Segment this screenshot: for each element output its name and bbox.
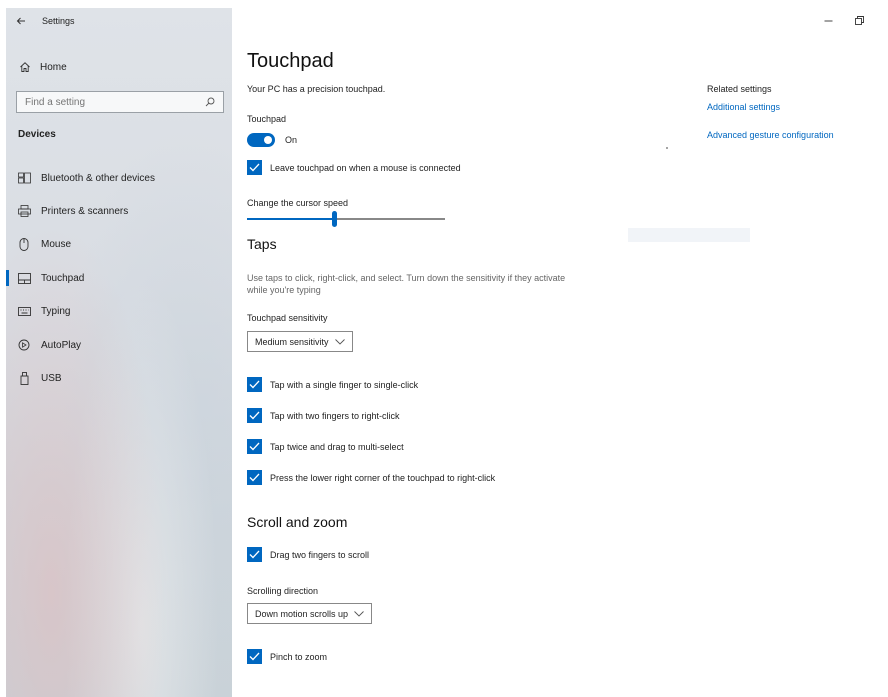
cursor-speed-slider[interactable] [247, 210, 445, 228]
tap-two-fingers-checkbox[interactable]: Tap with two fingers to right-click [247, 408, 400, 423]
restore-icon [854, 15, 864, 25]
mouse-icon [17, 237, 31, 251]
search-input[interactable] [25, 96, 195, 108]
sidebar: Settings Home Devices Bluetooth & other … [6, 8, 232, 697]
sidebar-item-label: Touchpad [41, 272, 85, 284]
home-icon [16, 61, 34, 73]
search-icon[interactable] [205, 97, 215, 107]
page-title: Touchpad [247, 50, 334, 72]
autoplay-icon [17, 338, 31, 352]
checkbox-label: Tap with a single finger to single-click [270, 379, 419, 390]
sensitivity-label: Touchpad sensitivity [247, 313, 328, 323]
scrolling-direction-label: Scrolling direction [247, 586, 319, 596]
sidebar-item-usb[interactable]: USB [6, 364, 232, 392]
related-settings-heading: Related settings [707, 84, 772, 94]
sidebar-home-label: Home [40, 61, 67, 73]
sidebar-item-label: Printers & scanners [41, 205, 129, 217]
bluetooth-keyboard-icon [17, 171, 31, 185]
restore-button[interactable] [851, 14, 867, 26]
minimize-button[interactable] [820, 14, 836, 26]
checkmark-icon[interactable] [247, 408, 262, 423]
keyboard-icon [17, 304, 31, 318]
sidebar-item-label: Bluetooth & other devices [41, 172, 155, 184]
sidebar-item-label: Typing [41, 305, 71, 317]
scrolling-direction-dropdown[interactable]: Down motion scrolls up [247, 603, 373, 624]
touchpad-icon [17, 271, 31, 285]
touchpad-toggle[interactable]: On [247, 133, 297, 147]
decorative-dot [666, 147, 668, 149]
checkmark-icon[interactable] [247, 470, 262, 485]
checkbox-label: Press the lower right corner of the touc… [270, 472, 496, 483]
checkbox-label: Tap with two fingers to right-click [270, 410, 400, 421]
usb-icon [17, 371, 31, 385]
advanced-gesture-link[interactable]: Advanced gesture configuration [707, 130, 834, 140]
sidebar-item-touchpad[interactable]: Touchpad [6, 264, 232, 292]
lower-right-corner-checkbox[interactable]: Press the lower right corner of the touc… [247, 470, 495, 485]
slider-thumb[interactable] [332, 211, 337, 227]
sidebar-item-label: Mouse [41, 238, 72, 250]
back-button[interactable] [6, 8, 36, 34]
search-box[interactable] [16, 91, 224, 113]
toggle-track[interactable] [247, 133, 275, 147]
checkbox-label: Drag two fingers to scroll [270, 549, 370, 560]
slider-fill [247, 218, 334, 220]
scroll-zoom-heading: Scroll and zoom [247, 514, 348, 530]
chevron-down-icon [334, 338, 345, 345]
sidebar-item-label: USB [41, 372, 62, 384]
sensitivity-value: Medium sensitivity [255, 336, 329, 347]
faded-overlay [628, 228, 750, 242]
toggle-knob [264, 136, 272, 144]
checkbox-label: Pinch to zoom [270, 651, 328, 662]
checkmark-icon[interactable] [247, 377, 262, 392]
pinch-zoom-checkbox[interactable]: Pinch to zoom [247, 649, 327, 664]
additional-settings-link[interactable]: Additional settings [707, 102, 780, 112]
sidebar-item-bluetooth[interactable]: Bluetooth & other devices [6, 164, 232, 192]
drag-two-fingers-checkbox[interactable]: Drag two fingers to scroll [247, 547, 369, 562]
minimize-icon [824, 20, 832, 21]
taps-heading: Taps [247, 236, 277, 252]
slider-track [334, 218, 445, 220]
leave-touchpad-on-checkbox[interactable]: Leave touchpad on when a mouse is connec… [247, 160, 461, 175]
tap-twice-drag-checkbox[interactable]: Tap twice and drag to multi-select [247, 439, 404, 454]
checkmark-icon[interactable] [247, 439, 262, 454]
sidebar-item-typing[interactable]: Typing [6, 297, 232, 325]
chevron-down-icon [354, 610, 364, 617]
back-arrow-icon [16, 17, 25, 25]
precision-note: Your PC has a precision touchpad. [247, 84, 386, 94]
checkbox-label: Tap twice and drag to multi-select [270, 441, 404, 452]
scrolling-direction-value: Down motion scrolls up [255, 608, 349, 619]
cursor-speed-label: Change the cursor speed [247, 198, 349, 208]
sidebar-item-mouse[interactable]: Mouse [6, 230, 232, 258]
checkmark-icon[interactable] [247, 547, 262, 562]
main-panel: Touchpad Your PC has a precision touchpa… [247, 0, 687, 697]
printer-icon [17, 204, 31, 218]
touchpad-label: Touchpad [247, 114, 287, 124]
sidebar-item-printers[interactable]: Printers & scanners [6, 197, 232, 225]
taps-description: Use taps to click, right-click, and sele… [247, 273, 566, 295]
sensitivity-dropdown[interactable]: Medium sensitivity [247, 331, 353, 352]
sidebar-item-label: AutoPlay [41, 339, 82, 351]
sidebar-item-home[interactable]: Home [6, 54, 232, 80]
checkmark-icon[interactable] [247, 160, 262, 175]
sidebar-section-title: Devices [18, 129, 56, 140]
toggle-state-text: On [285, 135, 298, 145]
sidebar-titlebar: Settings [6, 8, 232, 34]
window-title: Settings [42, 16, 75, 26]
checkbox-label: Leave touchpad on when a mouse is connec… [270, 162, 461, 173]
tap-single-click-checkbox[interactable]: Tap with a single finger to single-click [247, 377, 418, 392]
sidebar-item-autoplay[interactable]: AutoPlay [6, 331, 232, 359]
checkmark-icon[interactable] [247, 649, 262, 664]
